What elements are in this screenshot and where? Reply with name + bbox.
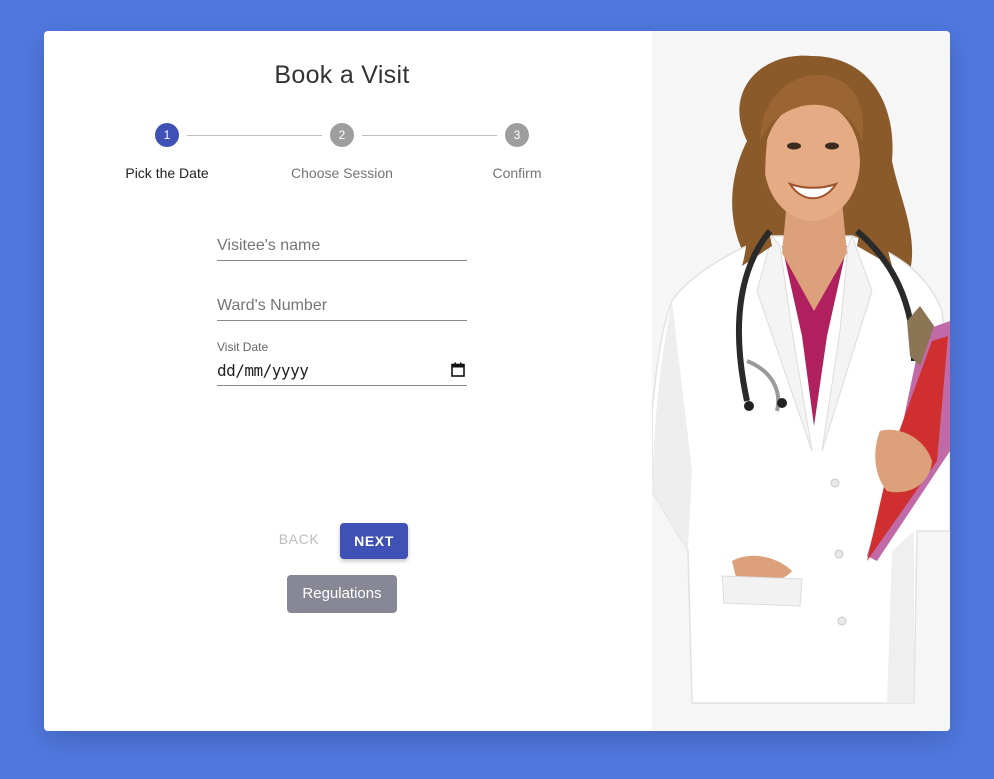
step-1-label: Pick the Date — [125, 165, 209, 181]
step-connector — [362, 135, 497, 136]
page-title: Book a Visit — [274, 61, 410, 89]
doctor-illustration — [652, 55, 950, 704]
booking-form-panel: Book a Visit 1 2 3 Pick the Date Choose … — [44, 31, 652, 731]
ward-number-field[interactable]: Ward's Number — [217, 297, 467, 321]
doctor-illustration-panel — [652, 31, 950, 731]
regulations-button[interactable]: Regulations — [287, 575, 397, 613]
step-2-circle[interactable]: 2 — [330, 123, 354, 147]
step-1-circle[interactable]: 1 — [155, 123, 179, 147]
visitee-name-placeholder: Visitee's name — [217, 237, 321, 254]
booking-card: Book a Visit 1 2 3 Pick the Date Choose … — [44, 31, 950, 731]
next-button[interactable]: NEXT — [340, 523, 408, 559]
back-button[interactable]: BACK — [271, 531, 327, 551]
calendar-icon[interactable] — [451, 362, 465, 377]
step-connector — [187, 135, 322, 136]
ward-number-placeholder: Ward's Number — [217, 297, 328, 314]
visit-date-field[interactable]: dd/mm/yyyy — [217, 361, 467, 386]
visitee-name-field[interactable]: Visitee's name — [217, 237, 467, 261]
step-3-circle[interactable]: 3 — [505, 123, 529, 147]
visit-date-label: Visit Date — [217, 340, 269, 354]
visit-date-value: dd/mm/yyyy — [217, 361, 309, 380]
step-2-label: Choose Session — [291, 165, 393, 181]
step-3-label: Confirm — [492, 165, 542, 181]
